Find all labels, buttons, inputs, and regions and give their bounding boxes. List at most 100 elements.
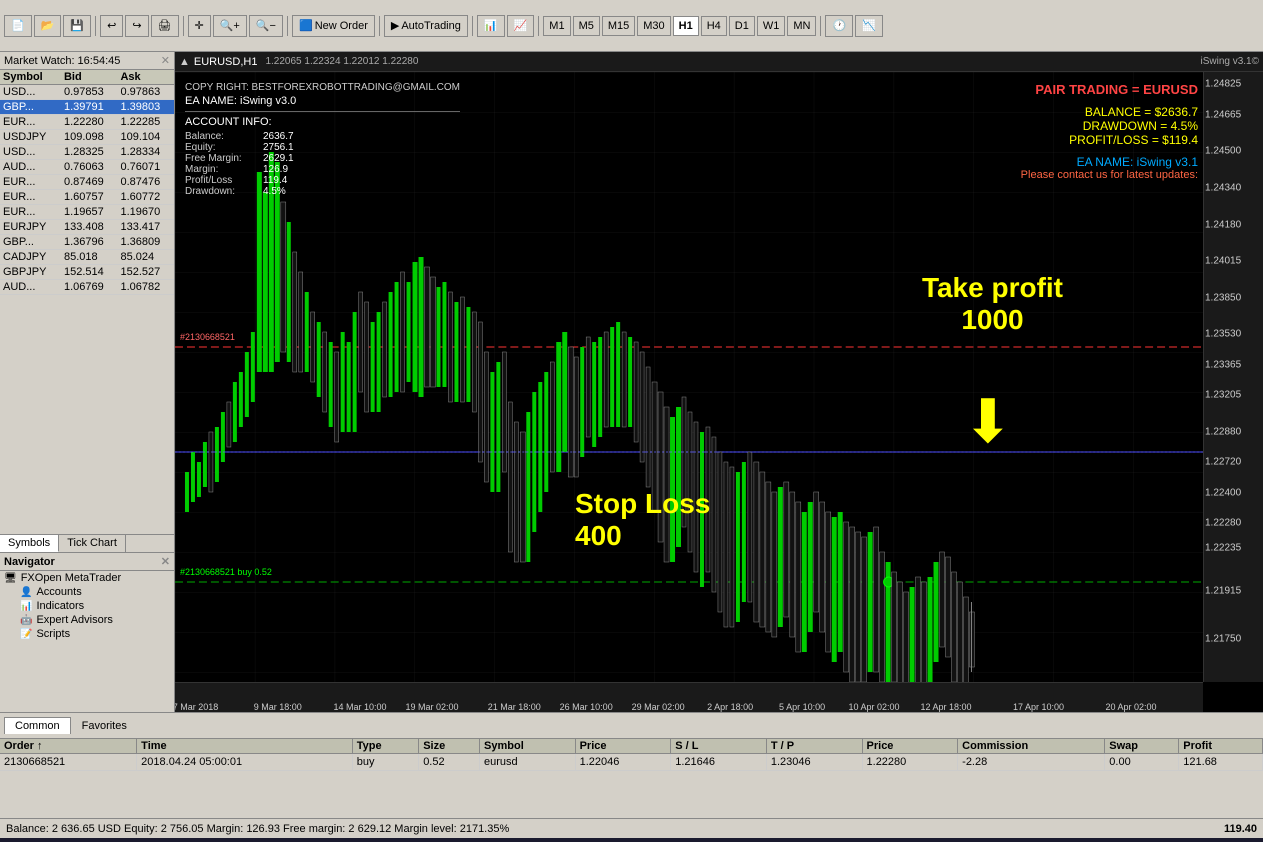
tab-tick-chart[interactable]: Tick Chart (59, 535, 126, 552)
print-button[interactable]: 🖨 (151, 15, 179, 37)
mw-ask: 1.60772 (117, 190, 174, 205)
navigator-item-scripts[interactable]: 📝 Scripts (0, 627, 174, 641)
order-size: 0.52 (419, 754, 480, 771)
mw-ask: 1.39803 (117, 100, 174, 115)
col-tp[interactable]: T / P (766, 739, 862, 754)
crosshair-button[interactable]: ✛ (188, 15, 211, 37)
iswing-logo: iSwing v3.1© (1200, 56, 1259, 67)
profit-display: PROFIT/LOSS = $119.4 (1021, 133, 1198, 147)
market-watch-close[interactable]: ✕ (161, 54, 170, 67)
market-watch-row[interactable]: CADJPY 85.018 85.024 (0, 250, 174, 265)
new-order-button[interactable]: 🟦 New Order (292, 15, 375, 37)
period-m30[interactable]: M30 (637, 16, 670, 36)
market-watch-row[interactable]: AUD... 0.76063 0.76071 (0, 160, 174, 175)
market-watch-row[interactable]: EUR... 1.19657 1.19670 (0, 205, 174, 220)
right-info-panel: PAIR TRADING = EURUSD BALANCE = $2636.7 … (1021, 82, 1198, 181)
col-commission[interactable]: Commission (958, 739, 1105, 754)
price-1: 1.24825 (1203, 79, 1263, 90)
market-watch-row[interactable]: EUR... 0.87469 0.87476 (0, 175, 174, 190)
new-file-button[interactable]: 📄 (4, 15, 32, 37)
chart-type-button[interactable]: 📊 (477, 15, 505, 37)
chart-header: ▲ EURUSD,H1 1.22065 1.22324 1.22012 1.22… (175, 52, 1263, 72)
sep3 (287, 16, 288, 36)
order-row[interactable]: 2130668521 2018.04.24 05:00:01 buy 0.52 … (0, 754, 1263, 771)
navigator-item-accounts[interactable]: 👤 Accounts (0, 585, 174, 599)
time-11: 12 Apr 18:00 (920, 702, 971, 712)
market-watch-row[interactable]: USD... 0.97853 0.97863 (0, 85, 174, 100)
period-h1[interactable]: H1 (673, 16, 699, 36)
market-watch-row[interactable]: EURJPY 133.408 133.417 (0, 220, 174, 235)
col-swap[interactable]: Swap (1105, 739, 1179, 754)
navigator-item-fxopen[interactable]: 🖥 FXOpen MetaTrader (0, 571, 174, 585)
market-watch-row[interactable]: EUR... 1.22280 1.22285 (0, 115, 174, 130)
chart-area[interactable]: ▲ EURUSD,H1 1.22065 1.22324 1.22012 1.22… (175, 52, 1263, 712)
undo-button[interactable]: ↩ (100, 15, 123, 37)
zoom-out-button[interactable]: 🔍− (249, 15, 283, 37)
mw-bid: 1.06769 (61, 280, 118, 295)
mw-symbol: EURJPY (0, 220, 61, 235)
mw-col-ask[interactable]: Ask (117, 70, 174, 85)
mw-col-bid[interactable]: Bid (61, 70, 118, 85)
scripts-icon: 📝 (20, 629, 32, 640)
redo-button[interactable]: ↪ (125, 15, 148, 37)
svg-text:#2130668521 buy 0.52: #2130668521 buy 0.52 (180, 567, 272, 577)
col-symbol[interactable]: Symbol (480, 739, 576, 754)
zoom-in-button[interactable]: 🔍+ (213, 15, 247, 37)
market-watch-row[interactable]: USDJPY 109.098 109.104 (0, 130, 174, 145)
folder-icon: 🖥 (4, 573, 17, 584)
period-d1[interactable]: D1 (729, 16, 755, 36)
period-mn[interactable]: MN (787, 16, 816, 36)
margin-label: Margin: (185, 164, 255, 175)
line-chart-button[interactable]: 📈 (507, 15, 535, 37)
period-m15[interactable]: M15 (602, 16, 635, 36)
col-size[interactable]: Size (419, 739, 480, 754)
market-watch-row[interactable]: GBP... 1.36796 1.36809 (0, 235, 174, 250)
market-watch-row[interactable]: GBP... 1.39791 1.39803 (0, 100, 174, 115)
clock-button[interactable]: 🕐 (825, 15, 853, 37)
take-profit-annotation: Take profit 1000 (922, 272, 1063, 336)
navigator-close[interactable]: ✕ (161, 555, 170, 568)
col-time[interactable]: Time (137, 739, 353, 754)
autotrading-button[interactable]: ▶ AutoTrading (384, 15, 468, 37)
period-m1[interactable]: M1 (543, 16, 570, 36)
col-current-price[interactable]: Price (862, 739, 958, 754)
col-price[interactable]: Price (575, 739, 671, 754)
save-button[interactable]: 💾 (63, 15, 91, 37)
col-type[interactable]: Type (352, 739, 418, 754)
market-watch-row[interactable]: AUD... 1.06769 1.06782 (0, 280, 174, 295)
period-m5[interactable]: M5 (573, 16, 600, 36)
status-bar: Balance: 2 636.65 USD Equity: 2 756.05 M… (0, 818, 1263, 838)
navigator-header: Navigator ✕ (0, 553, 174, 571)
order-profit: 121.68 (1179, 754, 1263, 771)
mw-symbol: AUD... (0, 280, 61, 295)
market-watch-row[interactable]: GBPJPY 152.514 152.527 (0, 265, 174, 280)
col-profit[interactable]: Profit (1179, 739, 1263, 754)
market-watch-row[interactable]: EUR... 1.60757 1.60772 (0, 190, 174, 205)
market-watch-row[interactable]: USD... 1.28325 1.28334 (0, 145, 174, 160)
order-sl: 1.21646 (671, 754, 767, 771)
ea-info: COPY RIGHT: BESTFOREXROBOTTRADING@GMAIL.… (185, 82, 460, 197)
sep2 (183, 16, 184, 36)
drawdown-value: 4.5% (263, 186, 286, 197)
mw-bid: 1.22280 (61, 115, 118, 130)
time-4: 19 Mar 02:00 (405, 702, 458, 712)
col-sl[interactable]: S / L (671, 739, 767, 754)
bottom-tabs: Common Favorites (0, 712, 1263, 738)
mw-bid: 133.408 (61, 220, 118, 235)
nav-label-fxopen: FXOpen MetaTrader (21, 572, 121, 584)
col-order[interactable]: Order ↑ (0, 739, 137, 754)
navigator-item-indicators[interactable]: 📊 Indicators (0, 599, 174, 613)
navigator-item-expert-advisors[interactable]: 🤖 Expert Advisors (0, 613, 174, 627)
order-tp: 1.23046 (766, 754, 862, 771)
period-h4[interactable]: H4 (701, 16, 727, 36)
price-7: 1.23850 (1203, 292, 1263, 303)
open-button[interactable]: 📂 (34, 15, 62, 37)
free-margin-label: Free Margin: (185, 153, 255, 164)
market-watch-rows: USD... 0.97853 0.97863 GBP... 1.39791 1.… (0, 85, 174, 295)
graph-button[interactable]: 📉 (855, 15, 883, 37)
tab-common[interactable]: Common (4, 717, 71, 734)
period-w1[interactable]: W1 (757, 16, 786, 36)
mw-col-symbol[interactable]: Symbol (0, 70, 61, 85)
tab-favorites[interactable]: Favorites (71, 717, 138, 735)
tab-symbols[interactable]: Symbols (0, 535, 59, 552)
